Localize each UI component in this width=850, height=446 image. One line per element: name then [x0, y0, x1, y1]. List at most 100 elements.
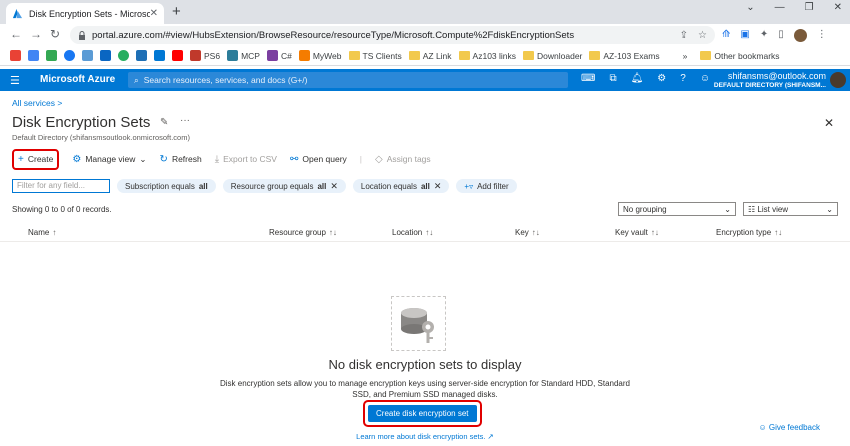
bookmark-folder[interactable]: Az103 links: [458, 51, 516, 61]
column-header-location[interactable]: Location ↑↓: [392, 228, 433, 237]
bookmarks-overflow[interactable]: »: [683, 51, 688, 61]
sort-icon: ↑: [52, 228, 57, 237]
grouping-dropdown[interactable]: No grouping ⌄: [618, 202, 736, 216]
extension-icon[interactable]: ▣: [740, 29, 749, 42]
open-query-button[interactable]: ⚯ Open query: [290, 154, 347, 165]
refresh-button[interactable]: ↻ Refresh: [160, 154, 202, 165]
bookmark-item[interactable]: PS6: [190, 50, 220, 61]
linkedin-icon[interactable]: [100, 50, 111, 61]
bookmark-item[interactable]: C#: [266, 50, 292, 61]
column-header-key-vault[interactable]: Key vault ↑↓: [615, 228, 659, 237]
account-directory: DEFAULT DIRECTORY (SHIFANSM...: [713, 82, 826, 89]
chevron-down-icon[interactable]: ⌄: [746, 2, 754, 13]
puzzle-icon[interactable]: ✦: [760, 29, 768, 42]
google-alt-icon[interactable]: [46, 50, 57, 61]
query-icon: ⚯: [289, 153, 299, 165]
column-header-resource-group[interactable]: Resource group ↑↓: [269, 228, 337, 237]
share-icon[interactable]: ⇪: [680, 30, 688, 41]
learn-more-link[interactable]: Learn more about disk encryption sets. ↗: [0, 432, 850, 441]
bookmark-folder[interactable]: Downloader: [523, 51, 582, 61]
forward-icon[interactable]: →: [30, 27, 42, 41]
remove-filter-icon[interactable]: ✕: [434, 181, 442, 192]
page-title: Disk Encryption Sets: [12, 114, 151, 131]
folder-icon: [700, 51, 712, 60]
azure-bookmark-icon[interactable]: [154, 50, 165, 61]
directory-filter-icon[interactable]: ⧉: [609, 73, 616, 84]
create-button[interactable]: + Create: [12, 148, 60, 170]
bookmark-icon-3[interactable]: [136, 50, 147, 61]
table-header: Name ↑ Resource group ↑↓ Location ↑↓ Key ↑↓ …: [0, 224, 850, 242]
star-icon[interactable]: ☆: [698, 30, 707, 41]
browser-tab[interactable]: Disk Encryption Sets - Microsoft A ✕: [6, 3, 164, 24]
translate-icon[interactable]: ⟰: [722, 29, 730, 42]
bookmark-folder[interactable]: TS Clients: [348, 51, 402, 61]
settings-icon[interactable]: ⚙: [657, 73, 666, 84]
cloud-shell-icon[interactable]: ⌨: [581, 73, 595, 84]
column-header-key[interactable]: Key ↑↓: [515, 228, 540, 237]
facebook-icon[interactable]: [64, 50, 75, 61]
azure-brand[interactable]: Microsoft Azure: [40, 74, 115, 85]
avatar[interactable]: [830, 72, 846, 88]
back-icon[interactable]: ←: [10, 27, 22, 41]
folder-icon: [458, 51, 470, 60]
close-icon[interactable]: ✕: [824, 116, 834, 130]
tab-title: Disk Encryption Sets - Microsoft A: [29, 8, 150, 19]
global-search-input[interactable]: ⌕ Search resources, services, and docs (…: [128, 72, 568, 88]
notifications-icon[interactable]: 🔔︎: [631, 73, 644, 84]
sort-icon: ↑↓: [425, 228, 434, 237]
menu-icon[interactable]: ⋮: [817, 29, 827, 42]
hamburger-menu-icon[interactable]: ☰: [10, 74, 20, 87]
folder-icon: [348, 51, 360, 60]
sort-icon: ↑↓: [774, 228, 783, 237]
tab-close-icon[interactable]: ✕: [150, 8, 158, 19]
pin-icon[interactable]: ✎: [160, 117, 168, 128]
azure-top-bar: ☰ Microsoft Azure ⌕ Search resources, se…: [0, 69, 850, 91]
bookmark-icon-2[interactable]: [118, 50, 129, 61]
filter-pill-resource-group[interactable]: Resource group equals all ✕: [222, 179, 346, 193]
filter-pill-subscription[interactable]: Subscription equals all: [117, 179, 216, 193]
new-tab-icon[interactable]: +: [172, 3, 181, 20]
cta-highlight: Create disk encryption set: [363, 400, 482, 427]
window-controls: ⌄ — ❐ ✕: [746, 2, 842, 13]
filter-input[interactable]: Filter for any field...: [12, 179, 110, 193]
search-icon: ⌕: [134, 74, 139, 85]
bookmark-icon-1[interactable]: [82, 50, 93, 61]
help-icon[interactable]: ?: [680, 73, 686, 84]
restore-icon[interactable]: ❐: [805, 2, 814, 13]
more-options-icon[interactable]: ···: [180, 115, 190, 126]
export-csv-button[interactable]: ⤓ Export to CSV: [215, 154, 277, 165]
account-info[interactable]: shifansms@outlook.com DEFAULT DIRECTORY …: [714, 71, 826, 91]
apps-icon[interactable]: [10, 50, 21, 61]
column-header-name[interactable]: Name ↑: [28, 228, 56, 237]
sort-icon: ↑↓: [650, 228, 659, 237]
bookmark-folder[interactable]: AZ Link: [408, 51, 452, 61]
bookmark-item[interactable]: MCP: [227, 50, 260, 61]
profile-avatar[interactable]: [793, 29, 807, 42]
column-header-encryption-type[interactable]: Encryption type ↑↓: [716, 228, 782, 237]
minimize-icon[interactable]: —: [775, 2, 785, 13]
google-icon[interactable]: [28, 50, 39, 61]
reload-icon[interactable]: ↻: [50, 27, 60, 41]
youtube-icon[interactable]: [172, 50, 183, 61]
close-window-icon[interactable]: ✕: [834, 2, 842, 13]
remove-filter-icon[interactable]: ✕: [330, 181, 338, 192]
filter-pill-location[interactable]: Location equals all ✕: [352, 179, 450, 193]
give-feedback-link[interactable]: ☺ Give feedback: [758, 423, 820, 432]
sidebar-icon[interactable]: ▯: [778, 29, 784, 42]
bookmarks-bar: PS6 MCP C# MyWeb TS Clients AZ Link Az10…: [0, 46, 850, 66]
bookmark-item[interactable]: MyWeb: [298, 50, 342, 61]
command-bar: + Create ⚙ Manage view ⌄ ↻ Refresh ⤓ Exp…: [12, 148, 431, 170]
breadcrumb[interactable]: All services >: [12, 98, 62, 108]
manage-view-button[interactable]: ⚙ Manage view ⌄: [72, 154, 146, 165]
empty-state-title: No disk encryption sets to display: [328, 357, 522, 372]
bookmark-folder[interactable]: AZ-103 Exams: [589, 51, 660, 61]
assign-tags-button[interactable]: ◇ Assign tags: [375, 154, 431, 165]
other-bookmarks[interactable]: Other bookmarks: [700, 51, 780, 61]
add-filter-button[interactable]: +▿ Add filter: [456, 179, 517, 193]
download-icon: ⤓: [214, 153, 220, 165]
address-bar[interactable]: portal.azure.com/#view/HubsExtension/Bro…: [70, 26, 715, 44]
create-disk-encryption-set-button[interactable]: Create disk encryption set: [368, 405, 477, 422]
view-dropdown[interactable]: ☷ List view ⌄: [743, 202, 838, 216]
feedback-icon[interactable]: ☺: [700, 73, 710, 84]
refresh-icon: ↻: [159, 153, 168, 165]
